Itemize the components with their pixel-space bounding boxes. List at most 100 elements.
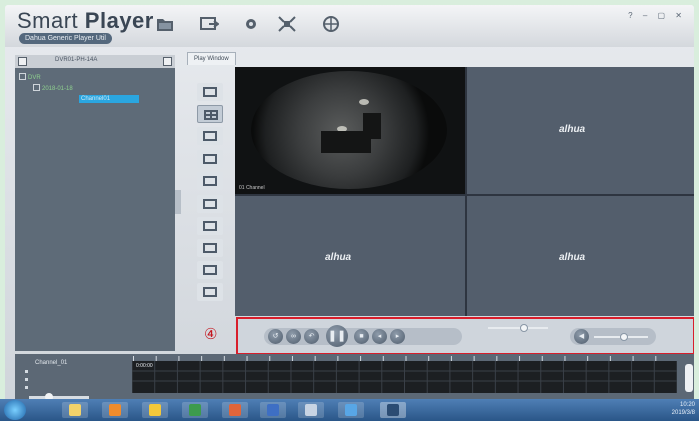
layout-8-icon — [203, 154, 217, 164]
layout-20-icon — [203, 243, 217, 253]
video-pane-1[interactable]: 01 Channel — [235, 67, 465, 194]
channel-marker — [25, 370, 28, 373]
taskbar: 10:20 2019/3/8 — [0, 399, 699, 421]
video-pane-2[interactable]: alhua — [467, 67, 694, 194]
layout-1-icon — [203, 87, 217, 97]
title-bar: Smart Player Dahua Generic Player Util ?… — [5, 5, 694, 47]
system-tray: 10:20 2019/3/8 — [672, 401, 695, 417]
player-icon — [387, 404, 399, 416]
stop-button[interactable]: ■ — [354, 329, 369, 344]
clock-time[interactable]: 10:20 — [672, 401, 695, 409]
fisheye-camera-view — [251, 71, 447, 189]
light-spot — [359, 99, 369, 105]
layout-6-icon — [203, 131, 217, 141]
app-subtitle: Dahua Generic Player Util — [19, 33, 112, 44]
layout-25-button[interactable] — [197, 261, 223, 279]
layout-4-icon — [204, 110, 218, 120]
export-icon[interactable] — [199, 15, 220, 33]
annotation-number: ④ — [204, 326, 218, 343]
taskbar-app-word[interactable] — [260, 402, 286, 418]
speed-slider[interactable] — [488, 324, 548, 332]
layout-25-icon — [203, 265, 217, 275]
brand-logo: alhua — [559, 124, 586, 135]
timeline-scrollbar[interactable] — [685, 364, 693, 392]
taskbar-app-smartplayer[interactable] — [380, 402, 406, 418]
video-pane-3[interactable]: alhua — [235, 196, 465, 316]
tab-play-window[interactable]: Play Window — [187, 52, 236, 65]
volume-slider-knob[interactable] — [619, 333, 628, 341]
timeline-panel: Channel_01 0:00:00 — [15, 354, 694, 402]
add-device-icon[interactable] — [18, 57, 27, 66]
reverse-button[interactable]: ↶ — [304, 329, 319, 344]
expand-icon[interactable] — [33, 84, 40, 91]
layout-9-button[interactable] — [197, 172, 223, 190]
start-button[interactable] — [4, 400, 26, 420]
app-title: Smart Player — [17, 8, 154, 33]
panel-splitter[interactable] — [175, 190, 181, 214]
timeline-grid — [132, 361, 677, 393]
layout-6-button[interactable] — [197, 127, 223, 145]
video-pane-4[interactable]: alhua — [467, 196, 694, 316]
folder-icon[interactable] — [155, 15, 175, 33]
volume-slider[interactable] — [594, 333, 648, 341]
settings-gear-icon[interactable] — [241, 15, 261, 33]
playback-controls: ↺ ∞ ↶ ❚❚ ■ ◂ ▸ ◀ — [236, 317, 694, 355]
timeline-channel-label[interactable]: Channel_01 — [35, 360, 67, 366]
app-window: Smart Player Dahua Generic Player Util ?… — [5, 5, 694, 416]
tree-node-channel-selected[interactable]: Channel01 — [79, 95, 139, 103]
previous-frame-button[interactable]: ◂ — [372, 329, 387, 344]
taskbar-app-browser[interactable] — [338, 402, 364, 418]
globe-icon[interactable] — [321, 15, 341, 33]
brand-logo: alhua — [559, 252, 586, 263]
layout-20-button[interactable] — [197, 239, 223, 257]
channel-marker — [25, 378, 28, 381]
layout-4-button[interactable] — [197, 105, 223, 123]
layout-13-icon — [203, 199, 217, 209]
device-tree-title: DVR01-PH-14A — [55, 57, 98, 63]
speed-slider-knob[interactable] — [520, 324, 528, 332]
media-icon — [109, 404, 121, 416]
camera-stamp: 01 Channel — [239, 185, 265, 191]
document-icon — [267, 404, 279, 416]
presentation-icon — [229, 404, 241, 416]
taskbar-app-media[interactable] — [102, 402, 128, 418]
scene-shadow — [363, 113, 381, 139]
tree-node-date[interactable]: 2018-01-18 — [33, 84, 73, 93]
folder-icon — [69, 404, 81, 416]
tree-node-root[interactable]: DVR — [19, 73, 41, 82]
timeline-track[interactable]: 0:00:00 — [132, 361, 677, 393]
channel-marker — [25, 386, 28, 389]
taskbar-app-paint[interactable] — [298, 402, 324, 418]
video-grid: 01 Channel alhua alhua alhua — [235, 67, 694, 316]
taskbar-app-excel[interactable] — [182, 402, 208, 418]
fullscreen-icon[interactable] — [277, 15, 297, 33]
expand-icon[interactable] — [19, 73, 26, 80]
layout-36-button[interactable] — [197, 283, 223, 301]
layout-16-icon — [203, 221, 217, 231]
pause-button[interactable]: ❚❚ — [326, 325, 348, 347]
taskbar-app-explorer[interactable] — [62, 402, 88, 418]
window-controls[interactable]: ? – ▢ ✕ — [628, 11, 686, 20]
browser-icon — [345, 404, 357, 416]
spreadsheet-icon — [189, 404, 201, 416]
next-frame-button[interactable]: ▸ — [390, 329, 405, 344]
layout-13-button[interactable] — [197, 195, 223, 213]
paint-icon — [305, 404, 317, 416]
device-tree-header: DVR01-PH-14A — [15, 55, 175, 68]
panel-menu-icon[interactable] — [163, 57, 172, 66]
taskbar-app-powerpoint[interactable] — [222, 402, 248, 418]
sync-button[interactable]: ∞ — [286, 329, 301, 344]
layout-16-button[interactable] — [197, 217, 223, 235]
volume-icon[interactable]: ◀ — [574, 329, 589, 344]
layout-36-icon — [203, 287, 217, 297]
brand-logo: alhua — [325, 252, 352, 263]
layout-9-icon — [203, 176, 217, 186]
layout-8-button[interactable] — [197, 150, 223, 168]
device-tree-panel: DVR01-PH-14A DVR 2018-01-18 Channel01 — [15, 55, 175, 351]
playback-button-group: ↺ ∞ ↶ ❚❚ ■ ◂ ▸ — [264, 325, 462, 347]
volume-group: ◀ — [570, 328, 656, 345]
loop-button[interactable]: ↺ — [268, 329, 283, 344]
layout-1-button[interactable] — [197, 83, 223, 101]
taskbar-app-mail[interactable] — [142, 402, 168, 418]
clock-date[interactable]: 2019/3/8 — [672, 409, 695, 417]
